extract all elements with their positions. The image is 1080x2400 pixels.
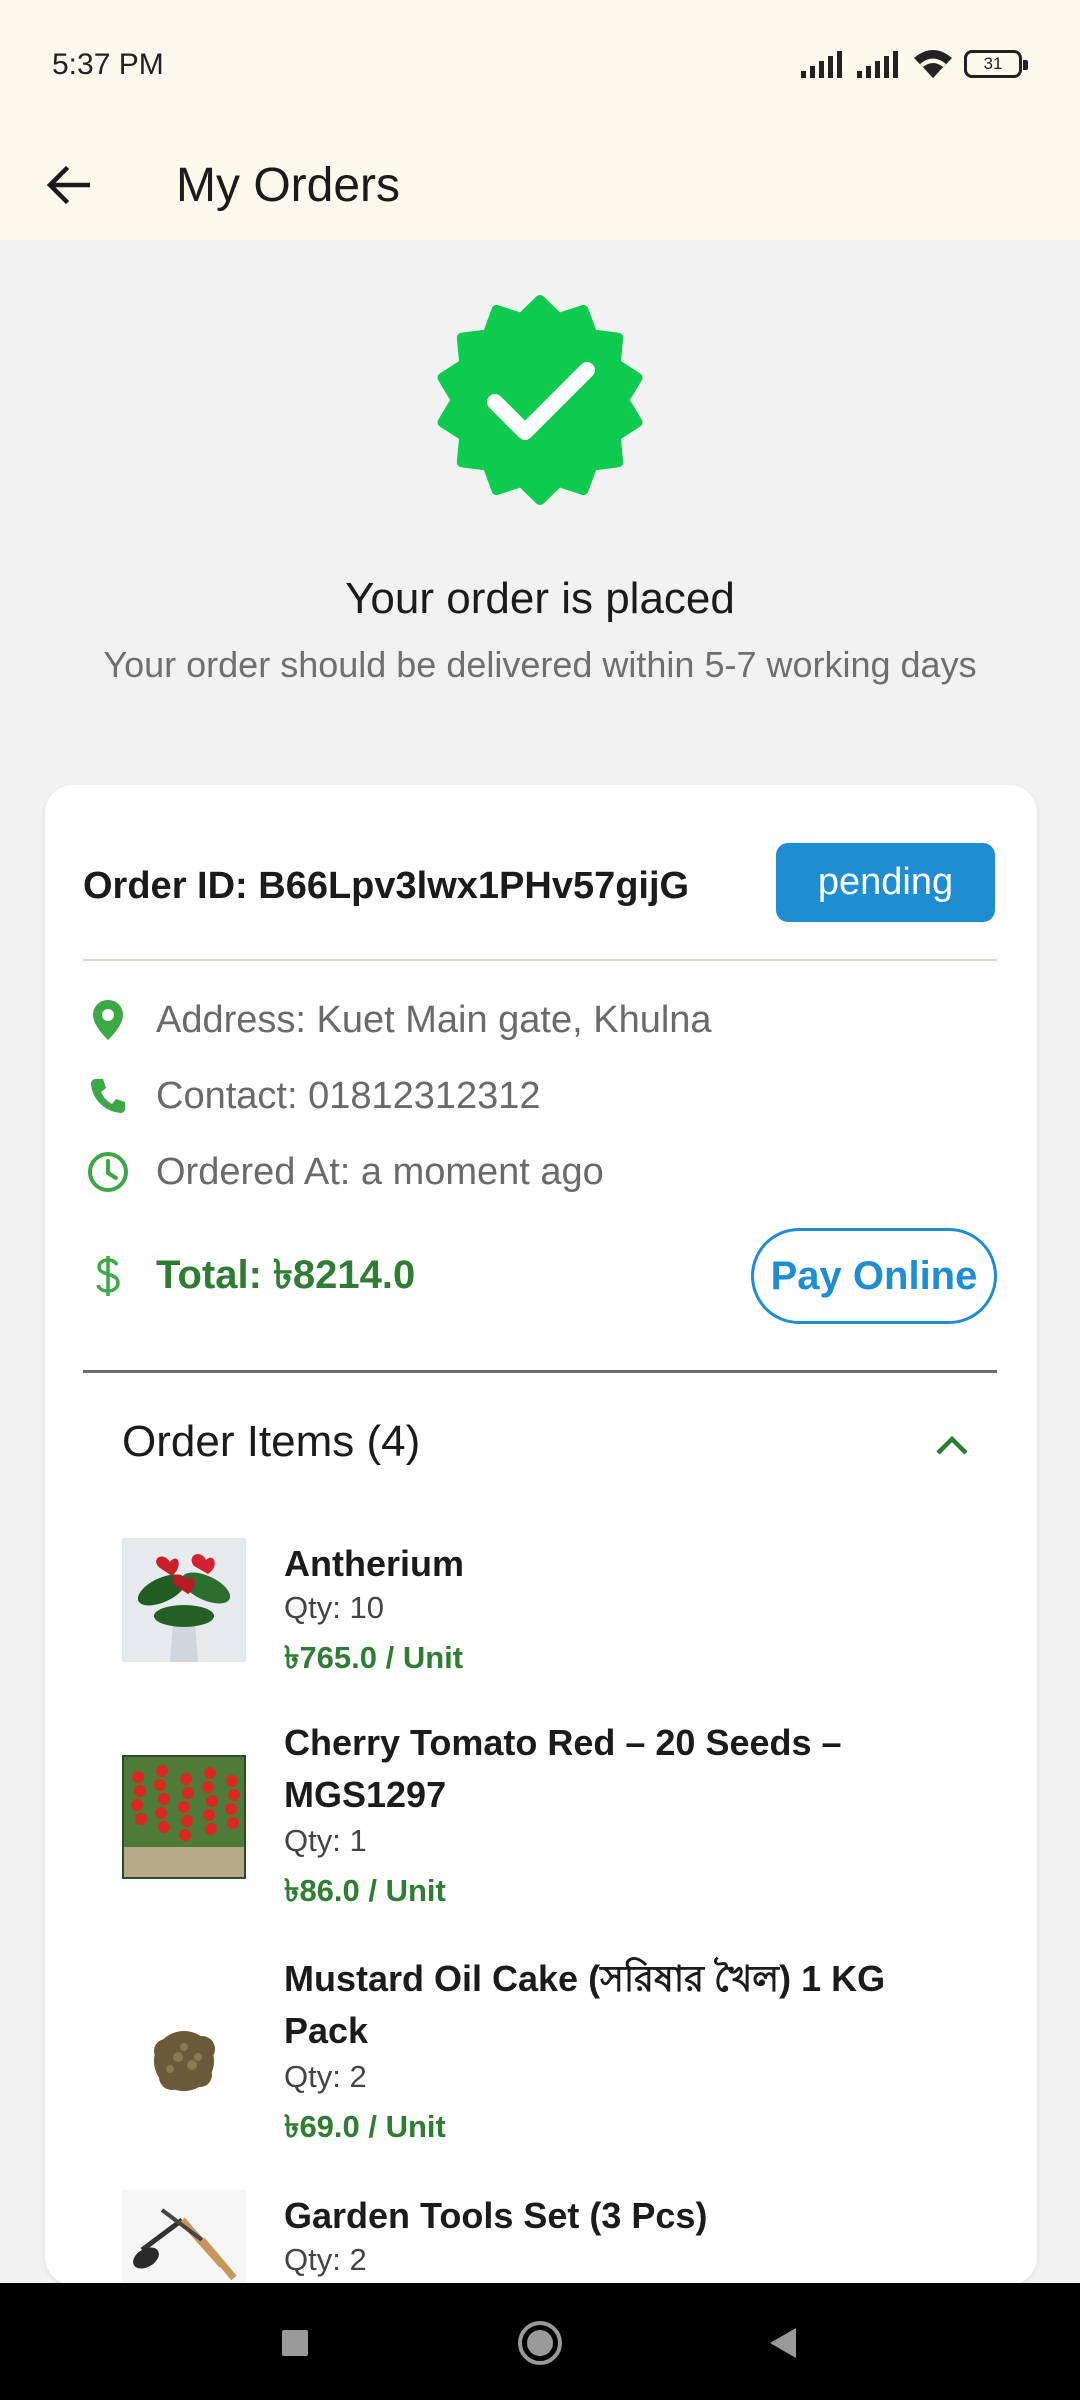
collapse-button[interactable] (907, 1405, 997, 1485)
garden-tools-image (122, 2190, 246, 2283)
location-pin-icon (83, 995, 133, 1045)
verified-check-badge-icon (435, 295, 645, 505)
square-icon (282, 2330, 308, 2356)
item-name: Antherium (284, 1543, 464, 1584)
app-bar: My Orders (0, 135, 1080, 240)
circle-home-icon (518, 2321, 562, 2365)
order-placed-title: Your order is placed (345, 574, 735, 623)
item-qty: Qty: 2 (284, 2059, 367, 2094)
triangle-back-icon (770, 2328, 796, 2358)
status-icons: 31 (800, 46, 1028, 82)
item-price: ৳86.0 / Unit (284, 1873, 446, 1908)
address-text: Address: Kuet Main gate, Khulna (156, 998, 712, 1041)
clock-icon (83, 1147, 133, 1197)
recents-button[interactable] (265, 2313, 325, 2373)
item-price: ৳765.0 / Unit (284, 1640, 464, 1675)
home-button[interactable] (510, 2313, 570, 2373)
status-badge: pending (776, 843, 995, 922)
item-price: ৳69.0 / Unit (284, 2109, 446, 2144)
item-qty: Qty: 10 (284, 1590, 384, 1625)
item-name: Garden Tools Set (3 Pcs) (284, 2195, 708, 2236)
divider (83, 1370, 997, 1373)
item-name: Cherry Tomato Red – 20 Seeds – MGS1297 (284, 1722, 842, 1815)
mustard-oil-cake-image (122, 1999, 246, 2123)
battery-icon: 31 (964, 50, 1028, 78)
wifi-icon (914, 50, 952, 78)
anthurium-image (122, 1538, 246, 1662)
battery-level: 31 (983, 54, 1003, 73)
signal-icon-2 (857, 51, 898, 78)
contact-text: Contact: 01812312312 (156, 1074, 541, 1117)
contact-row: Contact: 01812312312 (83, 1066, 541, 1126)
dollar-icon (83, 1251, 133, 1301)
chevron-up-icon (936, 1435, 968, 1455)
item-qty: Qty: 1 (284, 1823, 367, 1858)
order-items-title: Order Items (4) (122, 1417, 421, 1466)
back-nav-button[interactable] (752, 2313, 812, 2373)
arrow-left-icon (46, 165, 90, 205)
total-row: Total: ৳8214.0 (83, 1246, 415, 1306)
order-id: Order ID: B66Lpv3lwx1PHv57gijG (83, 865, 690, 907)
item-qty: Qty: 2 (284, 2242, 367, 2277)
page-title: My Orders (176, 159, 401, 212)
divider (83, 959, 997, 961)
status-time: 5:37 PM (52, 48, 164, 81)
status-bar: 5:37 PM 31 (0, 0, 1080, 135)
signal-icon (801, 51, 842, 78)
item-name: Mustard Oil Cake (সরিষার খৈল) 1 KG Pack (284, 1958, 886, 2051)
total-text: Total: ৳8214.0 (156, 1252, 416, 1297)
cherry-tomato-image (122, 1755, 246, 1879)
ordered-at-text: Ordered At: a moment ago (156, 1150, 604, 1193)
system-nav-bar (0, 2283, 1080, 2400)
order-placed-subtitle: Your order should be delivered within 5-… (103, 644, 977, 685)
pay-online-button[interactable]: Pay Online (751, 1228, 997, 1324)
order-card: Order ID: B66Lpv3lwx1PHv57gijG pending A… (45, 785, 1037, 2285)
address-row: Address: Kuet Main gate, Khulna (83, 990, 712, 1050)
ordered-at-row: Ordered At: a moment ago (83, 1142, 604, 1202)
phone-icon (83, 1071, 133, 1121)
back-button[interactable] (36, 153, 100, 217)
